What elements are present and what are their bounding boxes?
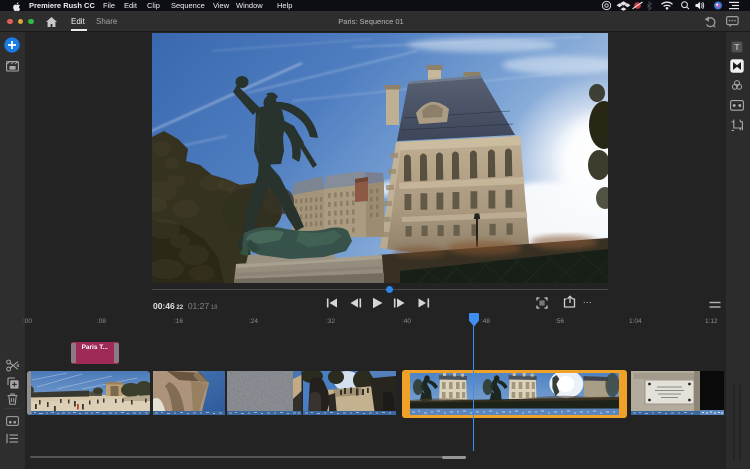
svg-text:T: T xyxy=(734,42,740,52)
